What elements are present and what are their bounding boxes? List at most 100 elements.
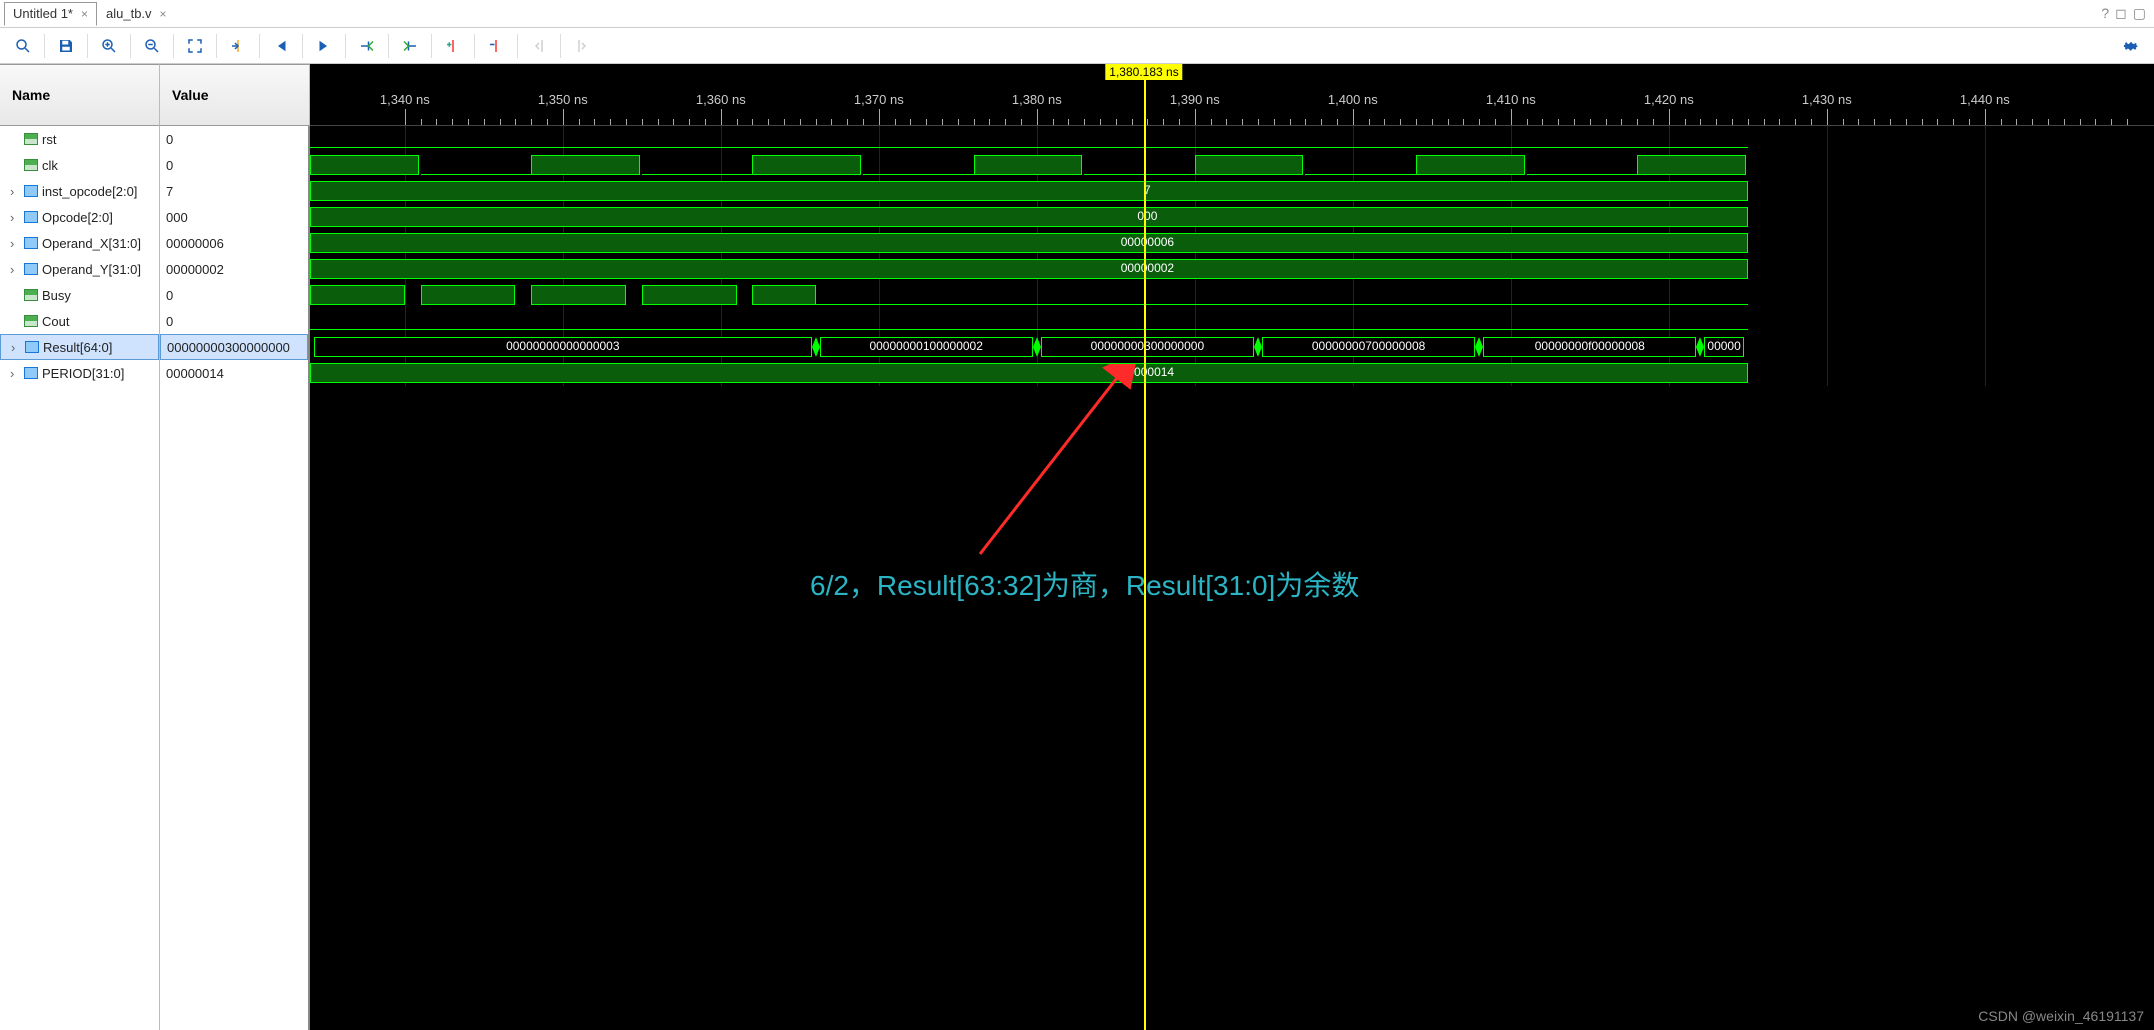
time-tick-label: 1,420 ns [1644,92,1694,107]
signal-value: 0 [166,288,173,303]
signal-value: 00000002 [166,262,224,277]
main-area: Name rst clk›inst_opcode[2:0]›Opcode[2:0]… [0,64,2154,1030]
signal-value: 0 [166,314,173,329]
window-controls: ? ◻ ▢ [2101,5,2146,22]
signal-name: Result[64:0] [43,340,112,355]
signal-name-row[interactable]: ›inst_opcode[2:0] [0,178,159,204]
time-tick-label: 1,380 ns [1012,92,1062,107]
signal-value-row[interactable]: 00000006 [160,230,308,256]
restore-icon[interactable]: ◻ [2115,5,2127,22]
bus-value: 000 [1137,209,1157,223]
wave-row[interactable]: 0000000000000000300000000100000002000000… [310,334,2154,360]
tab-label: Untitled 1* [13,6,73,21]
zoom-in-icon[interactable] [94,32,124,60]
signal-value: 7 [166,184,173,199]
bus-value: 00000000700000008 [1312,339,1425,353]
zoom-out-icon[interactable] [137,32,167,60]
signal-value-row[interactable]: 00000002 [160,256,308,282]
time-ruler[interactable]: 1,340 ns 1,350 ns 1,360 ns 1,370 ns 1,380 ns… [310,64,2154,126]
wave-row[interactable]: 000 [310,204,2154,230]
bus-value: 00000000100000002 [869,339,982,353]
signal-type-icon [24,185,38,197]
wave-row[interactable]: 00000014 [310,360,2154,386]
bus-value: 00000000f00000008 [1535,339,1645,353]
signal-name-row[interactable]: clk [0,152,159,178]
next-marker-icon[interactable] [567,32,597,60]
wave-row[interactable]: 00000002 [310,256,2154,282]
signal-name-row[interactable]: ›Operand_Y[31:0] [0,256,159,282]
maximize-icon[interactable]: ▢ [2133,5,2146,22]
bus-value: 00000002 [1121,261,1174,275]
signal-name: inst_opcode[2:0] [42,184,137,199]
signal-name: Busy [42,288,71,303]
signal-panel: Name rst clk›inst_opcode[2:0]›Opcode[2:0]… [0,64,310,1030]
signal-value-row[interactable]: 0 [160,126,308,152]
wave-row[interactable] [310,308,2154,334]
value-column: Value 0 0 7 000 00000006 00000002 0 0 0000000030… [160,64,310,1030]
time-tick-label: 1,350 ns [538,92,588,107]
signal-name-row[interactable]: ›Result[64:0] [0,334,159,360]
signal-name-row[interactable]: Cout [0,308,159,334]
wave-row[interactable] [310,282,2154,308]
signal-value-row[interactable]: 00000014 [160,360,308,386]
time-tick-label: 1,370 ns [854,92,904,107]
go-to-end-icon[interactable] [309,32,339,60]
signal-value: 0 [166,158,173,173]
bus-value: 00000 [1707,339,1740,353]
help-icon[interactable]: ? [2101,5,2109,22]
wave-row[interactable] [310,152,2154,178]
waveform-area[interactable]: 1,380.183 ns 1,340 ns1,350 ns1,360 ns1,3… [310,64,2154,1030]
remove-marker-icon[interactable] [481,32,511,60]
zoom-fit-icon[interactable] [180,32,210,60]
signal-name-row[interactable]: rst [0,126,159,152]
bus-value: 00000000300000000 [1091,339,1204,353]
prev-marker-icon[interactable] [524,32,554,60]
signal-value-row[interactable]: 000 [160,204,308,230]
name-column: Name rst clk›inst_opcode[2:0]›Opcode[2:0]… [0,64,160,1030]
time-tick-label: 1,340 ns [380,92,430,107]
signal-name-row[interactable]: ›Opcode[2:0] [0,204,159,230]
go-to-cursor-icon[interactable] [223,32,253,60]
name-header[interactable]: Name [0,64,160,126]
next-transition-icon[interactable] [395,32,425,60]
signal-type-icon [24,367,38,379]
signal-name-row[interactable]: ›Operand_X[31:0] [0,230,159,256]
signal-name: Operand_Y[31:0] [42,262,141,277]
signal-name-row[interactable]: Busy [0,282,159,308]
annotation-arrow [970,364,1140,564]
signal-value-row[interactable]: 00000000300000000 [160,334,308,360]
close-icon[interactable]: × [81,7,88,21]
add-marker-icon[interactable] [438,32,468,60]
signal-name-row[interactable]: ›PERIOD[31:0] [0,360,159,386]
close-icon[interactable]: × [160,7,167,21]
value-header[interactable]: Value [160,64,310,126]
settings-icon[interactable] [2116,32,2146,60]
wave-row[interactable]: 00000006 [310,230,2154,256]
search-icon[interactable] [8,32,38,60]
time-tick-label: 1,430 ns [1802,92,1852,107]
signal-type-icon [24,263,38,275]
signal-value: 00000006 [166,236,224,251]
tab-untitled[interactable]: Untitled 1* × [4,2,97,26]
tab-alu-tb[interactable]: alu_tb.v × [97,2,176,26]
time-tick-label: 1,390 ns [1170,92,1220,107]
signal-value-row[interactable]: 0 [160,282,308,308]
signal-value-row[interactable]: 7 [160,178,308,204]
cursor-line[interactable] [1144,64,1146,1030]
annotation-text: 6/2，Result[63:32]为商，Result[31:0]为余数 [810,564,1359,604]
bus-value: 00000006 [1121,235,1174,249]
signal-type-icon [24,237,38,249]
signal-value-row[interactable]: 0 [160,152,308,178]
cursor-time-label: 1,380.183 ns [1105,64,1182,80]
save-icon[interactable] [51,32,81,60]
signal-name: rst [42,132,56,147]
time-tick-label: 1,360 ns [696,92,746,107]
go-to-start-icon[interactable] [266,32,296,60]
signal-type-icon [24,289,38,301]
wave-row[interactable] [310,126,2154,152]
signal-type-icon [24,159,38,171]
prev-transition-icon[interactable] [352,32,382,60]
wave-row[interactable]: 7 [310,178,2154,204]
waveform-rows: 7000000000060000000200000000000000003000… [310,126,2154,386]
signal-value-row[interactable]: 0 [160,308,308,334]
